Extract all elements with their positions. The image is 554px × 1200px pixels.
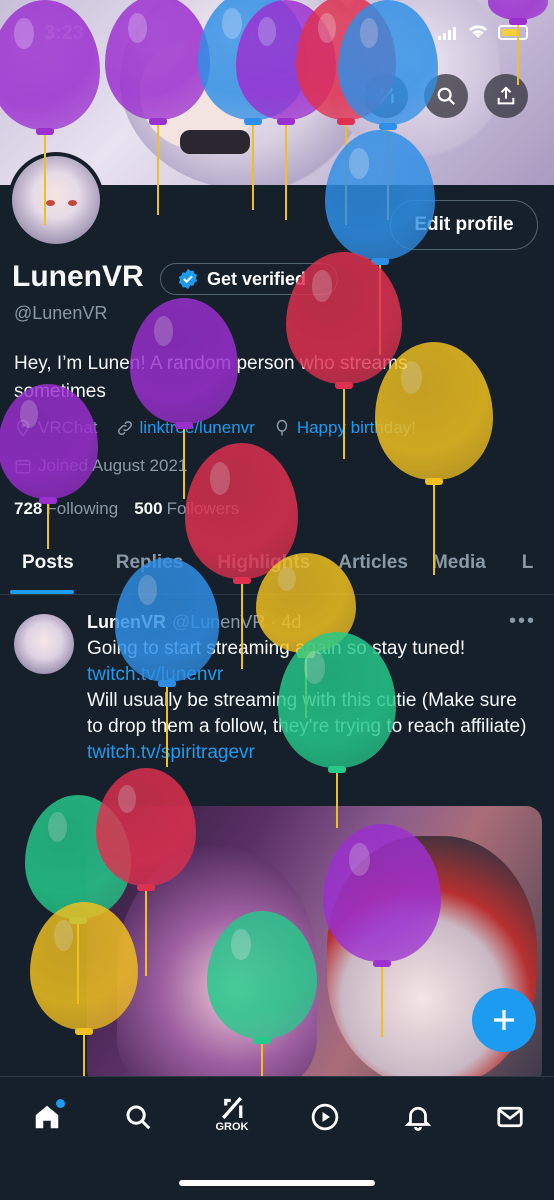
birthday[interactable]: Happy birthday! [273,418,416,438]
nav-video[interactable] [305,1097,345,1137]
tab-replies[interactable]: Replies [84,535,194,594]
search-icon [437,87,456,106]
status-time: 3:23 [44,22,85,44]
profile-tabs: Posts Replies Highlights Articles Media … [0,535,554,595]
tab-posts[interactable]: Posts [0,535,84,594]
profile-handle: @LunenVR [14,303,108,323]
mail-icon [497,1106,523,1128]
nav-notifications[interactable] [398,1097,438,1137]
verified-badge-icon [178,268,198,290]
post-author-name[interactable]: LunenVR [87,612,166,633]
joined-text: Joined August 2021 [38,456,188,475]
wifi-icon [468,24,488,44]
followers-link[interactable]: 500 Followers [134,499,239,519]
share-button[interactable] [484,74,528,118]
tab-articles[interactable]: Articles [320,535,418,594]
birthday-text[interactable]: Happy birthday! [297,418,416,438]
profile-avatar[interactable] [8,152,104,248]
grok-label: GROK [215,1121,249,1133]
followers-label: Followers [166,499,240,518]
post-text: Going to start streaming again so stay t… [87,636,537,766]
compose-button[interactable] [472,988,536,1052]
media-character-left [117,846,317,1086]
following-label: Following [46,499,119,518]
location-text: VRChat [38,418,98,437]
search-icon [126,1105,151,1130]
link-icon [117,420,132,436]
video-icon [311,1103,339,1131]
profile-bio: Hey, I’m Lunen! A random person who stre… [14,353,408,402]
grok-icon [378,87,394,105]
balloon-icon [276,419,288,436]
grok-shortcut-button[interactable] [364,74,408,118]
notification-dot [56,1099,65,1108]
tab-likes[interactable]: L [496,535,544,594]
banner-collar [180,130,250,154]
tab-media[interactable]: Media [418,535,496,594]
nav-search[interactable] [118,1097,158,1137]
profile-meta: VRChat linktree/lunenvr Happy birthday! [14,418,416,438]
post-author-handle: @LunenVR · 4d [172,612,302,632]
location: VRChat [14,418,98,438]
status-bar: 3:23 [0,0,554,64]
joined-date: Joined August 2021 [14,456,187,476]
plus-icon [494,1010,514,1030]
profile-name: LunenVR [12,260,144,293]
signal-icon [438,26,458,40]
followers-count: 500 [134,499,163,518]
calendar-icon [15,459,31,474]
post[interactable]: LunenVR @LunenVR · 4d ••• Going to start… [0,596,554,1086]
post-line-1: Going to start streaming again so stay t… [87,638,466,659]
nav-home[interactable] [27,1097,67,1137]
nav-grok[interactable]: GROK [212,1093,252,1133]
get-verified-label: Get verified [207,268,307,289]
post-media-image[interactable] [87,806,542,1086]
website-link[interactable]: linktree/lunenvr [140,418,255,438]
follow-stats: 728 Following 500 Followers [14,499,239,519]
following-count: 728 [14,499,43,518]
post-line-2: Will usually be streaming with this cuti… [87,690,527,737]
website[interactable]: linktree/lunenvr [116,418,255,438]
post-header: LunenVR @LunenVR · 4d [87,612,301,633]
nav-messages[interactable] [490,1097,530,1137]
battery-icon [498,25,528,40]
following-link[interactable]: 728 Following [14,499,118,519]
get-verified-button[interactable]: Get verified [160,263,338,295]
edit-profile-button[interactable]: Edit profile [390,200,538,250]
post-link-1[interactable]: twitch.tv/lunenvr [87,662,537,688]
location-icon [16,419,30,437]
share-icon [497,86,515,105]
grok-icon [222,1096,243,1120]
bell-icon [404,1106,432,1131]
more-options-icon[interactable]: ••• [509,610,536,633]
tab-highlights[interactable]: Highlights [193,535,320,594]
search-button[interactable] [424,74,468,118]
home-indicator [179,1180,375,1186]
post-link-2[interactable]: twitch.tv/spiritragevr [87,740,537,766]
post-avatar[interactable] [14,614,74,674]
